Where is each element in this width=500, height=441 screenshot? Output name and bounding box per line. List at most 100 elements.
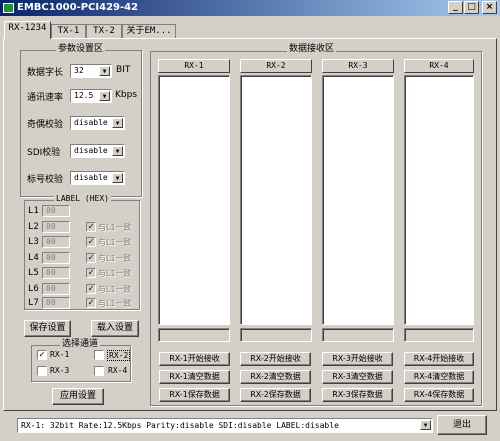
rx3-header: RX-3	[322, 59, 394, 73]
word-length-label: 数据字长	[27, 68, 64, 78]
chevron-down-icon: ▼	[99, 91, 110, 101]
same-as-l1-checkbox[interactable]: ✓	[86, 253, 96, 263]
rx3-label: RX-3	[50, 366, 70, 375]
rx2-save-button[interactable]: RX-2保存数据	[240, 388, 311, 402]
close-button[interactable]: ×	[482, 1, 497, 14]
same-as-l1-checkbox[interactable]: ✓	[86, 222, 96, 232]
rx3-status-field	[322, 328, 394, 342]
same-as-l1-checkbox[interactable]: ✓	[86, 268, 96, 278]
rx1-clear-button[interactable]: RX-1清空数据	[159, 370, 230, 384]
baud-value: 12.5	[74, 91, 94, 100]
title-bar: EMBC1000-PCI429-42	[0, 0, 500, 16]
tab-about[interactable]: 关于EM...	[122, 24, 176, 38]
label-check-select[interactable]: disable ▼	[70, 171, 125, 185]
channel-select-title: 选择通道	[60, 339, 101, 350]
word-length-select[interactable]: 32 ▼	[70, 64, 112, 78]
same-as-l1-label: 与L1一致	[98, 299, 132, 308]
same-as-l1-label: 与L1一致	[98, 238, 132, 247]
minimize-button[interactable]: _	[448, 1, 463, 14]
rx3-start-button[interactable]: RX-3开始接收	[322, 352, 393, 366]
same-as-l1-checkbox[interactable]: ✓	[86, 298, 96, 308]
label-value-field[interactable]: 00	[42, 297, 70, 309]
rx2-status-field	[240, 328, 312, 342]
rx2-start-button[interactable]: RX-2开始接收	[240, 352, 311, 366]
rx4-label: RX-4	[108, 366, 128, 375]
rx4-header: RX-4	[404, 59, 474, 73]
label-row-name: L1	[28, 206, 39, 216]
sdi-value: disable	[74, 146, 108, 155]
sdi-select[interactable]: disable ▼	[70, 144, 125, 158]
rx1-data-list[interactable]	[158, 75, 230, 325]
same-as-l1-label: 与L1一致	[98, 285, 132, 294]
rx2-header: RX-2	[240, 59, 312, 73]
tab-tx-2[interactable]: TX-2	[86, 24, 122, 38]
chevron-down-icon: ▼	[99, 66, 110, 76]
same-as-l1-checkbox[interactable]: ✓	[86, 237, 96, 247]
status-select[interactable]: RX-1: 32bit Rate:12.5Kbps Parity:disable…	[17, 418, 433, 433]
rx4-status-field	[404, 328, 474, 342]
label-row-name: L5	[28, 268, 39, 278]
tab-tx-1[interactable]: TX-1	[51, 24, 86, 38]
status-text: RX-1: 32bit Rate:12.5Kbps Parity:disable…	[21, 421, 339, 430]
chevron-down-icon: ▼	[112, 146, 123, 156]
rx1-save-button[interactable]: RX-1保存数据	[159, 388, 230, 402]
same-as-l1-label: 与L1一致	[98, 269, 132, 278]
label-row-name: L6	[28, 284, 39, 294]
rx1-checkbox[interactable]: ✓	[37, 350, 47, 360]
word-length-unit: BIT	[116, 65, 131, 75]
label-value-field[interactable]: 00	[42, 252, 70, 264]
label-value-field[interactable]: 00	[42, 221, 70, 233]
parity-select[interactable]: disable ▼	[70, 116, 125, 130]
label-check-value: disable	[74, 173, 108, 182]
rx4-clear-button[interactable]: RX-4清空数据	[404, 370, 474, 384]
label-value-field[interactable]: 00	[42, 283, 70, 295]
save-settings-button[interactable]: 保存设置	[24, 320, 71, 337]
parity-label: 奇偶校验	[27, 120, 64, 130]
rx2-data-list[interactable]	[240, 75, 312, 325]
baud-unit: Kbps	[115, 90, 138, 100]
rx4-start-button[interactable]: RX-4开始接收	[404, 352, 474, 366]
receive-area-title: 数据接收区	[287, 44, 337, 55]
rx2-checkbox[interactable]	[94, 350, 104, 360]
rx1-label: RX-1	[50, 350, 70, 359]
chevron-down-icon: ▼	[112, 173, 123, 183]
label-value-field[interactable]: 00	[42, 205, 70, 217]
label-row-name: L3	[28, 237, 39, 247]
apply-settings-button[interactable]: 应用设置	[52, 388, 104, 405]
label-check-label: 标号校验	[27, 175, 64, 185]
rx3-data-list[interactable]	[322, 75, 394, 325]
rx4-checkbox[interactable]	[94, 366, 104, 376]
window-title: EMBC1000-PCI429-42	[17, 2, 139, 13]
label-row-name: L4	[28, 253, 39, 263]
rx1-start-button[interactable]: RX-1开始接收	[159, 352, 230, 366]
load-settings-button[interactable]: 载入设置	[91, 320, 139, 337]
param-settings-title: 参数设置区	[56, 44, 106, 55]
same-as-l1-checkbox[interactable]: ✓	[86, 284, 96, 294]
rx1-status-field	[158, 328, 230, 342]
exit-button[interactable]: 退出	[437, 415, 487, 435]
chevron-down-icon: ▼	[420, 420, 431, 430]
label-value-field[interactable]: 00	[42, 267, 70, 279]
rx3-save-button[interactable]: RX-3保存数据	[322, 388, 393, 402]
rx4-save-button[interactable]: RX-4保存数据	[404, 388, 474, 402]
label-row-name: L2	[28, 222, 39, 232]
maximize-button[interactable]: □	[464, 1, 479, 14]
chevron-down-icon: ▼	[112, 118, 123, 128]
rx1-header: RX-1	[158, 59, 230, 73]
rx3-checkbox[interactable]	[37, 366, 47, 376]
label-hex-title: LABEL (HEX)	[54, 193, 111, 204]
same-as-l1-label: 与L1一致	[98, 254, 132, 263]
rx3-clear-button[interactable]: RX-3清空数据	[322, 370, 393, 384]
baud-select[interactable]: 12.5 ▼	[70, 89, 112, 103]
same-as-l1-label: 与L1一致	[98, 223, 132, 232]
rx2-clear-button[interactable]: RX-2清空数据	[240, 370, 311, 384]
word-length-value: 32	[74, 66, 84, 75]
parity-value: disable	[74, 118, 108, 127]
baud-label: 通讯速率	[27, 93, 64, 103]
rx4-data-list[interactable]	[404, 75, 474, 325]
app-icon	[3, 3, 14, 13]
label-value-field[interactable]: 00	[42, 236, 70, 248]
label-row-name: L7	[28, 298, 39, 308]
tab-rx-1234[interactable]: RX-1234	[4, 21, 51, 39]
rx2-label: RX-2	[107, 350, 131, 361]
